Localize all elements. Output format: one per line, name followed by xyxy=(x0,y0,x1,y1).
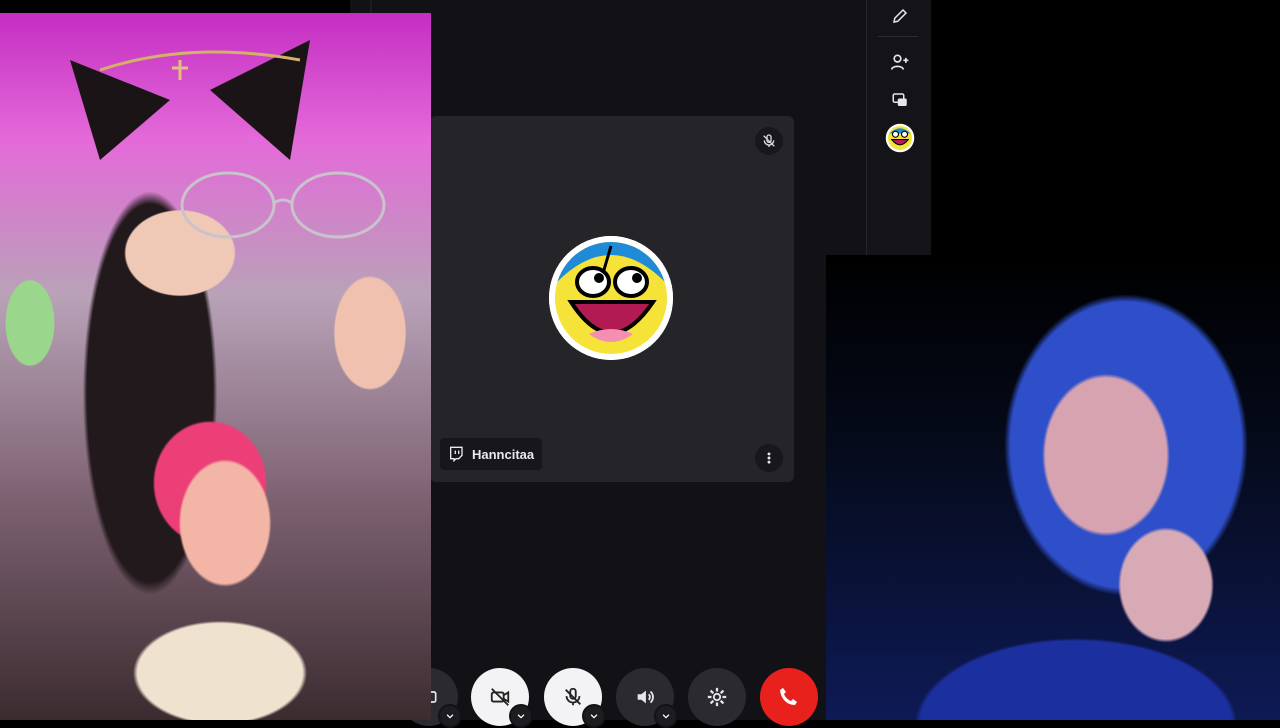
camera-off-icon xyxy=(490,688,510,706)
pencil-icon xyxy=(893,8,908,23)
user-avatar-icon xyxy=(885,123,915,153)
participant-muted-indicator xyxy=(755,127,783,155)
camera-options-chevron[interactable] xyxy=(509,704,533,728)
gear-icon xyxy=(707,687,727,707)
participant-more-button[interactable] xyxy=(755,444,783,472)
rail-divider xyxy=(878,36,918,37)
settings-button[interactable] xyxy=(688,668,746,726)
mic-options-chevron[interactable] xyxy=(582,704,606,728)
mic-off-icon xyxy=(565,687,581,706)
screen-share-icon xyxy=(892,93,907,106)
muted-mic-icon xyxy=(763,134,775,147)
awesome-face-icon xyxy=(549,236,673,360)
speaker-icon xyxy=(637,690,654,704)
participant-name: Hanncitaa xyxy=(472,446,535,462)
screen-share-button[interactable] xyxy=(880,84,920,116)
glasses xyxy=(180,171,386,239)
hang-up-icon xyxy=(780,688,797,705)
add-user-icon xyxy=(890,54,909,70)
cat-ears-headband xyxy=(70,40,310,160)
participant-avatar-button[interactable] xyxy=(880,122,920,154)
webcam-overlay xyxy=(826,255,1280,720)
add-user-button[interactable] xyxy=(880,46,920,78)
layout-options-chevron[interactable] xyxy=(438,704,462,728)
participant-name-tag: Hanncitaa xyxy=(440,438,543,470)
hang-up-button[interactable] xyxy=(760,668,818,726)
edit-button[interactable] xyxy=(880,0,920,32)
more-vertical-icon xyxy=(767,452,771,464)
participant-avatar xyxy=(549,236,673,360)
speaker-options-chevron[interactable] xyxy=(654,704,678,728)
twitch-icon xyxy=(450,446,463,462)
